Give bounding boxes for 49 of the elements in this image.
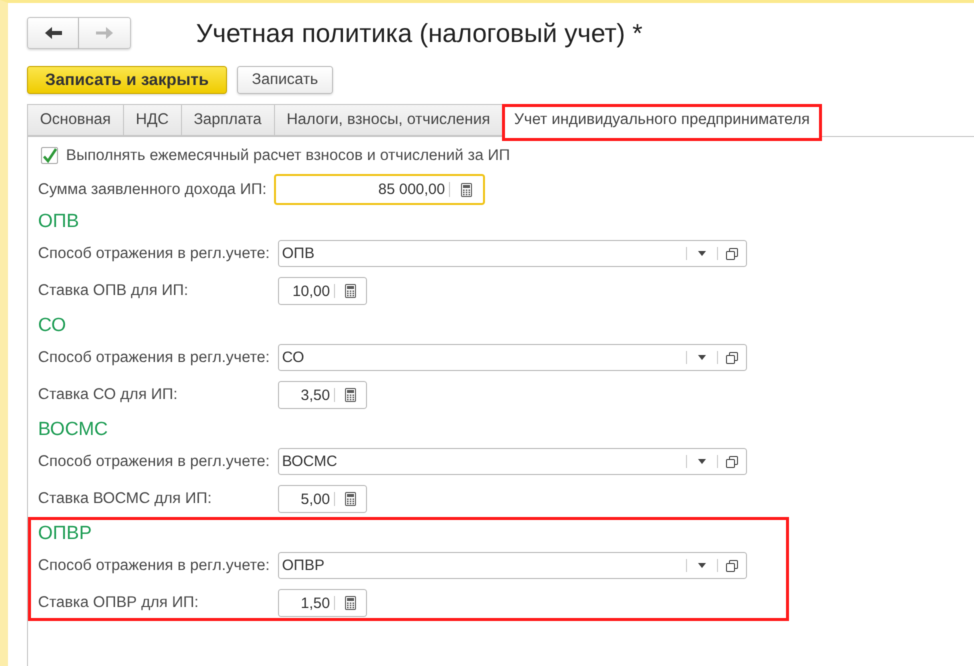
tab[interactable]: Учет индивидуального предпринимателя	[502, 104, 822, 141]
select-field[interactable]: ОПВ	[278, 240, 747, 267]
field-label: Ставка ОПВР для ИП:	[38, 594, 200, 612]
select-field[interactable]: СО	[278, 344, 747, 371]
back-button[interactable]	[27, 17, 79, 49]
number-field[interactable]: 3,50	[278, 381, 367, 409]
checkmark-icon	[42, 148, 56, 163]
field-label: Способ отражения в регл.учете:	[38, 348, 271, 366]
tab[interactable]: Основная	[27, 104, 124, 136]
checkbox-label: Выполнять ежемесячный расчет взносов и отчислений за ИП	[66, 146, 510, 164]
select-field[interactable]: ВОСМС	[278, 448, 747, 475]
calculator-icon	[461, 182, 472, 196]
number-field[interactable]: 10,00	[278, 277, 367, 305]
window-title: Учетная политика (налоговый учет) *	[196, 18, 642, 48]
field-label: Способ отражения в регл.учете:	[38, 244, 271, 262]
open-window-icon	[726, 560, 738, 572]
caret-down-icon	[698, 251, 706, 256]
save-and-close-button[interactable]: Записать и закрыть	[27, 66, 227, 94]
tab[interactable]: Зарплата	[180, 104, 275, 136]
calculator-icon	[345, 596, 356, 610]
field-label: Способ отражения в регл.учете:	[38, 556, 271, 574]
number-field[interactable]: 5,00	[278, 485, 367, 513]
section-heading: ВОСМС	[38, 419, 108, 441]
calculator-icon	[345, 388, 356, 402]
select-field[interactable]: ОПВР	[278, 552, 747, 579]
field-label: Ставка ВОСМС для ИП:	[38, 490, 213, 508]
field-label: Ставка СО для ИП:	[38, 386, 179, 404]
field-label: Способ отражения в регл.учете:	[38, 452, 271, 470]
amount-field[interactable]: 85 000,00	[274, 174, 485, 205]
checkbox[interactable]	[41, 147, 58, 164]
field-label: Сумма заявленного дохода ИП:	[38, 180, 268, 198]
section-heading: СО	[38, 315, 66, 337]
number-field[interactable]: 1,50	[278, 589, 367, 617]
tab[interactable]: НДС	[122, 104, 182, 136]
caret-down-icon	[698, 563, 706, 568]
open-window-icon	[726, 352, 738, 364]
arrow-right-icon	[96, 27, 113, 39]
open-window-icon	[726, 456, 738, 468]
section-heading: ОПВР	[38, 523, 92, 545]
section-heading: ОПВ	[38, 211, 80, 233]
arrow-left-icon	[44, 27, 62, 39]
field-label: Ставка ОПВ для ИП:	[38, 282, 190, 300]
calculator-icon	[345, 492, 356, 506]
calculator-icon	[345, 284, 356, 298]
caret-down-icon	[698, 355, 706, 360]
open-window-icon	[726, 248, 738, 260]
tab[interactable]: Налоги, взносы, отчисления	[274, 104, 504, 136]
save-button[interactable]: Записать	[237, 66, 333, 94]
caret-down-icon	[698, 459, 706, 464]
